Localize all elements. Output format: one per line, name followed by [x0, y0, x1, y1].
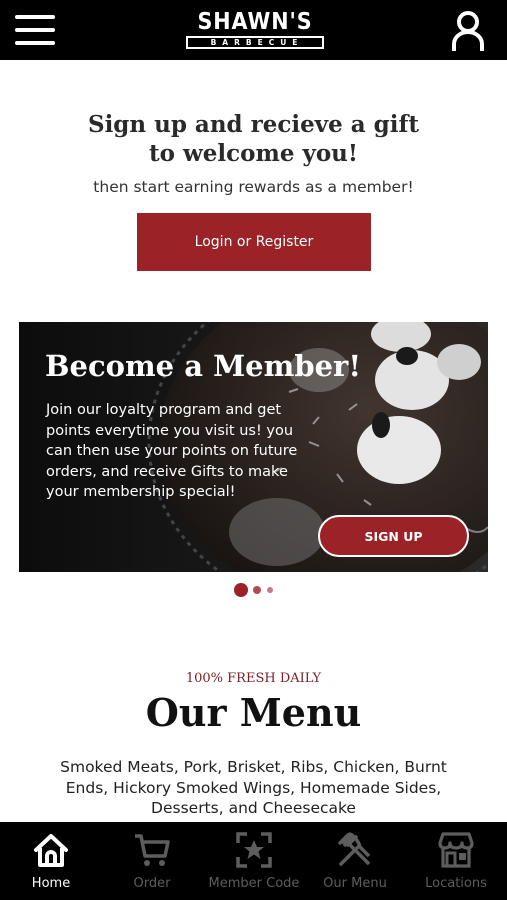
carousel-dot-3[interactable]	[267, 587, 273, 593]
member-promo-banner[interactable]: Become a Member! Join our loyalty progra…	[19, 322, 488, 572]
signup-heading-line1: Sign up and recieve a gift	[87, 111, 420, 138]
logo-subtitle: BARBECUE	[186, 36, 324, 49]
nav-our-menu[interactable]: Our Menu	[304, 822, 406, 900]
signup-heading-line2: to welcome you!	[149, 140, 358, 167]
login-register-button[interactable]: Login or Register	[137, 213, 371, 271]
menu-description: Smoked Meats, Pork, Brisket, Ribs, Chick…	[60, 758, 447, 817]
nav-order-label: Order	[133, 876, 171, 891]
top-app-bar: SHAWN'S BARBECUE	[0, 0, 507, 60]
nav-locations[interactable]: Locations	[405, 822, 507, 900]
user-account-icon[interactable]	[450, 10, 486, 52]
nav-home[interactable]: Home	[0, 822, 102, 900]
nav-our-menu-label: Our Menu	[323, 876, 387, 891]
signup-subtitle: then start earning rewards as a member!	[93, 178, 414, 196]
nav-home-label: Home	[31, 876, 71, 891]
cart-icon	[135, 834, 170, 866]
nav-locations-label: Locations	[425, 876, 487, 891]
banner-heading: Become a Member!	[45, 349, 362, 383]
carousel-indicator	[234, 583, 278, 597]
hamburger-menu-icon[interactable]	[15, 15, 55, 47]
fork-knife-icon	[338, 832, 371, 866]
home-icon	[34, 834, 68, 867]
menu-eyebrow: 100% FRESH DAILY	[185, 671, 322, 686]
signup-heading: Sign up and recieve a gift to welcome yo…	[60, 110, 447, 168]
nav-member-code-label: Member Code	[208, 876, 300, 891]
qr-star-icon	[236, 832, 272, 868]
carousel-dot-2[interactable]	[253, 586, 261, 594]
brand-logo[interactable]: SHAWN'S BARBECUE	[184, 9, 326, 53]
bottom-navigation: Home Order Member Code Our Menu Location…	[0, 822, 507, 900]
logo-wordmark: SHAWN'S	[197, 9, 313, 35]
nav-member-code[interactable]: Member Code	[203, 822, 305, 900]
carousel-dot-1[interactable]	[234, 583, 248, 597]
storefront-icon	[438, 832, 474, 868]
banner-description: Join our loyalty program and get points …	[46, 402, 298, 500]
nav-order[interactable]: Order	[101, 822, 203, 900]
menu-heading: Our Menu	[145, 690, 362, 735]
sign-up-button[interactable]: SIGN UP	[318, 515, 469, 557]
